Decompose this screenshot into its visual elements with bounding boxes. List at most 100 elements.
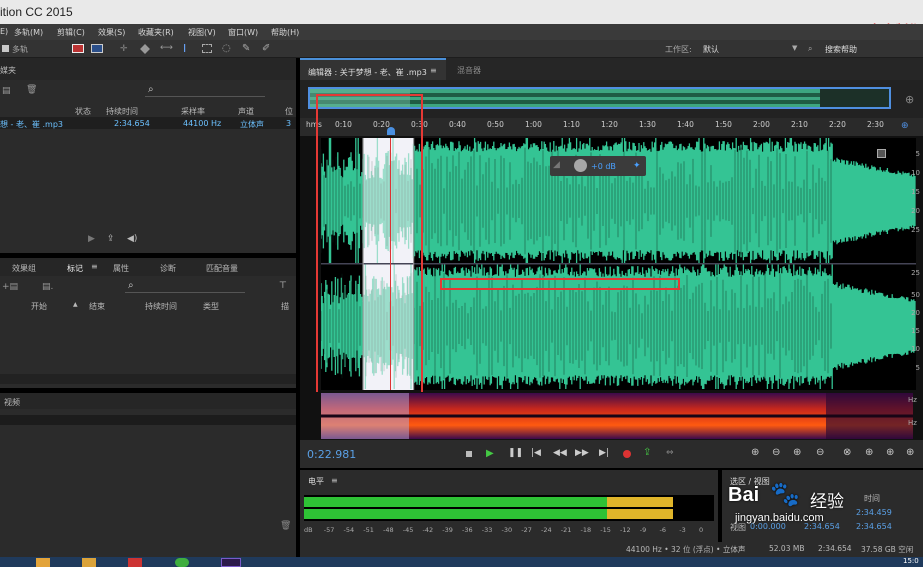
menu-item-view[interactable]: 视图(V): [188, 27, 216, 38]
go-to-end-icon[interactable]: ▶|: [599, 448, 609, 458]
app-icon[interactable]: [128, 558, 142, 567]
zoom-full-icon[interactable]: ⊗: [843, 447, 851, 458]
record-icon[interactable]: [623, 450, 631, 458]
zoom-in-right-icon[interactable]: ⊕: [886, 447, 894, 458]
pause-icon[interactable]: ❚❚: [508, 448, 523, 458]
baidu-watermark: Bai 🐾 经验 jingyan.baidu.com: [720, 478, 870, 528]
move-tool-icon[interactable]: ✛: [120, 44, 132, 54]
menu-item-clip[interactable]: 剪辑(C): [57, 27, 85, 38]
column-start[interactable]: 开始: [31, 301, 47, 312]
filter-icon[interactable]: ⊤: [279, 281, 287, 291]
trash-icon[interactable]: 🗑: [280, 521, 291, 531]
markers-scrollbar[interactable]: [0, 374, 296, 384]
brush-tool-icon[interactable]: ✎: [242, 43, 250, 54]
menu-bar: E) 多轨(M) 剪辑(C) 效果(S) 收藏夹(R) 视图(V) 窗口(W) …: [0, 24, 923, 40]
app-icon[interactable]: [36, 558, 50, 567]
merge-markers-icon[interactable]: ▤.: [42, 282, 53, 292]
db-scale: 5 10 15 20 25 50 25 20 15 10 5: [891, 136, 923, 388]
play-icon[interactable]: ▶: [88, 234, 95, 244]
spot-heal-tool-icon[interactable]: ✐: [262, 43, 270, 54]
tab-mixer[interactable]: 混音器: [457, 65, 481, 76]
search-icon[interactable]: ⌕: [128, 280, 134, 291]
file-row[interactable]: 想 - 老、崔 .mp3 2:34.654 44100 Hz 立体声 3: [0, 117, 296, 129]
column-marker-duration[interactable]: 持续时间: [145, 301, 177, 312]
multitrack-view-label[interactable]: 多轨: [12, 44, 28, 55]
help-search-input[interactable]: 搜索帮助: [825, 44, 857, 55]
status-bar: 44100 Hz • 32 位 (浮点) • 立体声 52.03 MB 2:34…: [300, 542, 923, 557]
workspace-dropdown[interactable]: 默认: [703, 44, 719, 55]
tab-effects-rack[interactable]: 效果组: [12, 263, 36, 274]
column-description[interactable]: 描: [281, 301, 289, 312]
annotation-box-selection: [316, 94, 423, 401]
zoom-in-left-icon[interactable]: ⊕: [865, 447, 873, 458]
zoom-icon[interactable]: ⊕: [901, 121, 909, 131]
multitrack-icon[interactable]: [2, 45, 9, 52]
column-bits[interactable]: 位: [285, 106, 293, 117]
editor-tab[interactable]: 编辑器 : 关于梦想 - 老、崔 .mp3 ≡: [300, 58, 446, 80]
zoom-out-time-icon[interactable]: ⊖: [816, 447, 824, 458]
trash-icon[interactable]: 🗑: [26, 85, 37, 95]
zoom-in-amplitude-icon[interactable]: ⊕: [751, 447, 759, 458]
rewind-icon[interactable]: ◀◀: [553, 448, 567, 458]
import-file-icon[interactable]: ▤: [2, 86, 11, 96]
meter-yellow-segment: [607, 497, 673, 507]
play-icon[interactable]: ▶: [486, 448, 494, 459]
current-time[interactable]: 0:22.981: [307, 448, 356, 461]
app-icon[interactable]: [82, 558, 96, 567]
menu-item-help[interactable]: 帮助(H): [271, 27, 299, 38]
spectral-view-icon[interactable]: [91, 44, 103, 53]
loop-icon[interactable]: ⇪: [107, 234, 115, 244]
slip-tool-icon[interactable]: ⟷: [160, 43, 173, 53]
sort-up-icon[interactable]: ▲: [73, 301, 78, 308]
meter-scale-label: -21: [560, 526, 572, 534]
menu-item-favorites[interactable]: 收藏夹(R): [138, 27, 174, 38]
waveform-view-icon[interactable]: [72, 44, 84, 53]
panel-menu-icon[interactable]: ≡: [331, 476, 338, 485]
tab-match-loudness[interactable]: 匹配音量: [206, 263, 238, 274]
app-icon[interactable]: [175, 558, 189, 567]
column-end[interactable]: 结束: [89, 301, 105, 312]
column-type[interactable]: 类型: [203, 301, 219, 312]
column-channels[interactable]: 声道: [238, 106, 254, 117]
zoom-out-amplitude-icon[interactable]: ⊖: [772, 447, 780, 458]
fast-forward-icon[interactable]: ▶▶: [575, 448, 589, 458]
tab-diagnostics[interactable]: 诊断: [160, 263, 176, 274]
zoom-in-time-icon[interactable]: ⊕: [793, 447, 801, 458]
lasso-tool-icon[interactable]: ◌: [222, 43, 231, 54]
menu-item-effects[interactable]: 效果(S): [98, 27, 125, 38]
column-status[interactable]: 状态: [75, 106, 91, 117]
search-icon[interactable]: ⌕: [148, 84, 154, 95]
gain-knob[interactable]: [574, 159, 587, 172]
menu-item-multitrack[interactable]: 多轨(M): [14, 27, 43, 38]
razor-tool-icon[interactable]: [140, 44, 150, 54]
waveform-panel[interactable]: 5 10 15 20 25 50 25 20 15 10 5 ◢ +0 dB ✦: [300, 94, 923, 401]
zoom-selection-icon[interactable]: ⊕: [906, 447, 914, 458]
tab-properties[interactable]: 属性: [113, 263, 129, 274]
chevron-down-icon[interactable]: ▼: [792, 44, 797, 52]
tab-markers[interactable]: 标记: [67, 263, 83, 274]
menu-item-edit[interactable]: E): [0, 27, 8, 36]
menu-item-window[interactable]: 窗口(W): [228, 27, 258, 38]
go-to-start-icon[interactable]: |◀: [531, 448, 541, 458]
search-icon[interactable]: ⌕: [808, 44, 812, 54]
skip-icon[interactable]: ⇔: [666, 448, 674, 458]
stop-icon[interactable]: [466, 451, 472, 457]
spectral-display[interactable]: [321, 393, 913, 439]
gain-hud[interactable]: ◢ +0 dB ✦: [550, 156, 646, 176]
transport-bar: 0:22.981 ▶ ❚❚ |◀ ◀◀ ▶▶ ▶| ⇪ ⇔ ⊕ ⊖ ⊕ ⊖ ⊗ …: [300, 440, 923, 468]
audition-taskbar-icon[interactable]: [221, 558, 241, 567]
panel-menu-icon[interactable]: ≡: [430, 66, 437, 75]
loop-playback-icon[interactable]: ⇪: [643, 447, 651, 458]
autoplay-icon[interactable]: ◀): [127, 234, 137, 244]
column-sample-rate[interactable]: 采样率: [181, 106, 205, 117]
marquee-tool-icon[interactable]: [202, 44, 212, 53]
tick-label: 0:50: [487, 120, 504, 129]
meter-scale-label: -45: [402, 526, 414, 534]
time-selection-tool-icon[interactable]: I: [183, 42, 186, 55]
zoom-navigator-icon[interactable]: ⊕: [905, 93, 914, 106]
pin-icon[interactable]: ✦: [633, 161, 641, 171]
panel-menu-icon[interactable]: ≡: [91, 262, 98, 271]
add-marker-icon[interactable]: +▤: [2, 282, 18, 292]
column-duration[interactable]: 持续时间: [106, 106, 138, 117]
meter-scale-label: -6: [659, 526, 666, 534]
